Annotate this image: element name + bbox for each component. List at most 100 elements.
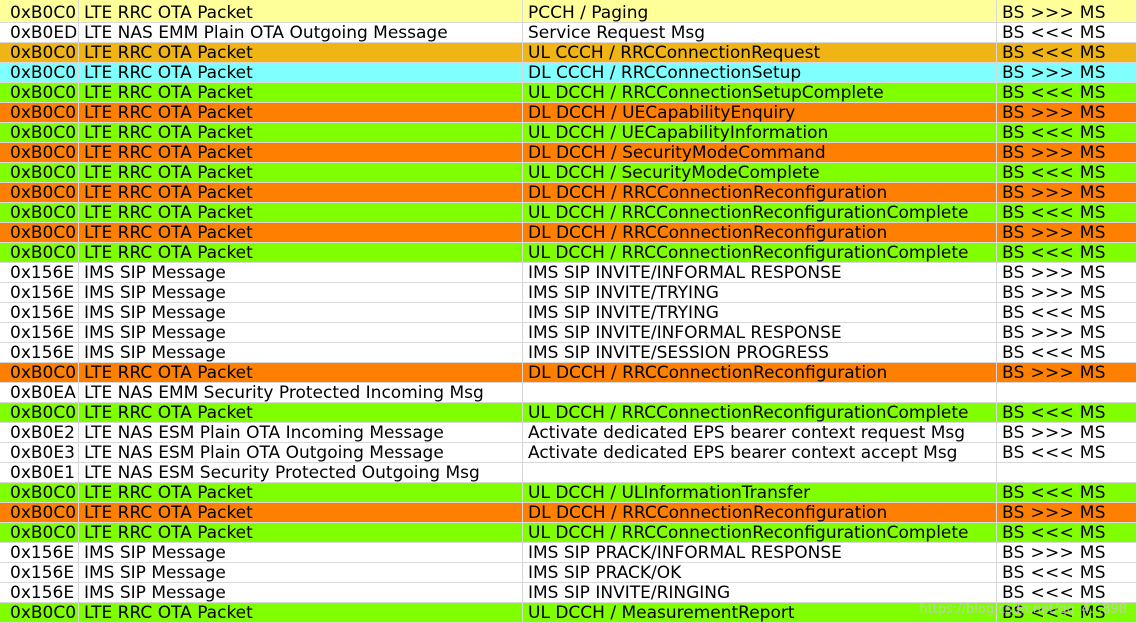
table-row[interactable]: 0xB0E1 LTE NAS ESM Security Protected Out… xyxy=(0,463,1137,483)
direction-cell: BS <<< MS xyxy=(997,83,1137,103)
log-name-cell: LTE NAS EMM Security Protected Incoming … xyxy=(79,383,523,403)
log-name-cell: LTE NAS ESM Plain OTA Outgoing Message xyxy=(79,443,523,463)
table-row[interactable]: 0x156E IMS SIP Message IMS SIP INVITE/RING… xyxy=(0,583,1137,603)
log-name-cell: LTE RRC OTA Packet xyxy=(79,163,523,183)
table-row[interactable]: 0xB0C0 LTE RRC OTA Packet UL DCCH / ULInfo… xyxy=(0,483,1137,503)
direction-cell: BS >>> MS xyxy=(997,503,1137,523)
message-cell: DL CCCH / RRCConnectionSetup xyxy=(523,63,997,83)
message-cell: Activate dedicated EPS bearer context re… xyxy=(523,423,997,443)
message-cell: UL DCCH / RRCConnectionReconfigurationCo… xyxy=(523,403,997,423)
log-code-cell: 0x156E xyxy=(0,303,79,323)
message-cell: DL DCCH / RRCConnectionReconfiguration xyxy=(523,503,997,523)
direction-cell xyxy=(997,383,1137,403)
log-code-cell: 0xB0C0 xyxy=(0,483,79,503)
message-cell: UL DCCH / RRCConnectionReconfigurationCo… xyxy=(523,203,997,223)
direction-cell: BS <<< MS xyxy=(997,243,1137,263)
message-cell: DL DCCH / UECapabilityEnquiry xyxy=(523,103,997,123)
table-row[interactable]: 0xB0C0 LTE RRC OTA Packet PCCH / Paging BS … xyxy=(0,0,1137,23)
table-row[interactable]: 0xB0C0 LTE RRC OTA Packet DL DCCH / Securi… xyxy=(0,143,1137,163)
log-name-cell: IMS SIP Message xyxy=(79,343,523,363)
table-row[interactable]: 0xB0ED LTE NAS EMM Plain OTA Outgoing Mes… xyxy=(0,23,1137,43)
table-row[interactable]: 0xB0C0 LTE RRC OTA Packet UL DCCH / RRCCon… xyxy=(0,83,1137,103)
message-cell: UL DCCH / UECapabilityInformation xyxy=(523,123,997,143)
table-row[interactable]: 0xB0C0 LTE RRC OTA Packet UL DCCH / RRCCon… xyxy=(0,523,1137,543)
log-code-cell: 0x156E xyxy=(0,343,79,363)
log-name-cell: LTE RRC OTA Packet xyxy=(79,363,523,383)
direction-cell: BS >>> MS xyxy=(997,183,1137,203)
table-row[interactable]: 0xB0E2 LTE NAS ESM Plain OTA Incoming Mes… xyxy=(0,423,1137,443)
table-row[interactable]: 0xB0C0 LTE RRC OTA Packet DL DCCH / RRCCon… xyxy=(0,183,1137,203)
log-code-cell: 0xB0C0 xyxy=(0,103,79,123)
table-row[interactable]: 0xB0C0 LTE RRC OTA Packet DL DCCH / UECapa… xyxy=(0,103,1137,123)
log-name-cell: LTE RRC OTA Packet xyxy=(79,143,523,163)
log-name-cell: LTE RRC OTA Packet xyxy=(79,603,523,623)
log-name-cell: IMS SIP Message xyxy=(79,563,523,583)
message-cell: UL DCCH / MeasurementReport xyxy=(523,603,997,623)
log-name-cell: LTE NAS EMM Plain OTA Outgoing Message xyxy=(79,23,523,43)
message-cell: IMS SIP PRACK/OK xyxy=(523,563,997,583)
table-row[interactable]: 0xB0C0 LTE RRC OTA Packet DL DCCH / RRCCon… xyxy=(0,503,1137,523)
log-name-cell: LTE RRC OTA Packet xyxy=(79,243,523,263)
log-code-cell: 0x156E xyxy=(0,323,79,343)
log-name-cell: LTE RRC OTA Packet xyxy=(79,103,523,123)
table-row[interactable]: 0x156E IMS SIP Message IMS SIP INVITE/TRYI… xyxy=(0,303,1137,323)
message-cell: IMS SIP INVITE/SESSION PROGRESS xyxy=(523,343,997,363)
message-cell: UL DCCH / SecurityModeComplete xyxy=(523,163,997,183)
table-row[interactable]: 0xB0C0 LTE RRC OTA Packet UL DCCH / RRCCon… xyxy=(0,403,1137,423)
log-code-cell: 0xB0C0 xyxy=(0,183,79,203)
message-cell: Service Request Msg xyxy=(523,23,997,43)
table-row[interactable]: 0x156E IMS SIP Message IMS SIP INVITE/TRYI… xyxy=(0,283,1137,303)
log-code-cell: 0xB0E1 xyxy=(0,463,79,483)
message-cell: DL DCCH / SecurityModeCommand xyxy=(523,143,997,163)
message-cell: IMS SIP INVITE/INFORMAL RESPONSE xyxy=(523,323,997,343)
direction-cell: BS <<< MS xyxy=(997,23,1137,43)
table-row[interactable]: 0x156E IMS SIP Message IMS SIP PRACK/INFOR… xyxy=(0,543,1137,563)
log-code-cell: 0xB0E2 xyxy=(0,423,79,443)
log-code-cell: 0xB0C0 xyxy=(0,163,79,183)
log-name-cell: LTE RRC OTA Packet xyxy=(79,83,523,103)
log-name-cell: LTE NAS ESM Security Protected Outgoing … xyxy=(79,463,523,483)
log-name-cell: LTE RRC OTA Packet xyxy=(79,223,523,243)
direction-cell: BS >>> MS xyxy=(997,143,1137,163)
direction-cell: BS >>> MS xyxy=(997,363,1137,383)
message-cell: UL DCCH / RRCConnectionReconfigurationCo… xyxy=(523,243,997,263)
message-log-table: 0xB0C0 LTE RRC OTA Packet PCCH / Paging BS … xyxy=(0,0,1137,623)
table-row[interactable]: 0x156E IMS SIP Message IMS SIP INVITE/INFO… xyxy=(0,323,1137,343)
table-row[interactable]: 0xB0E3 LTE NAS ESM Plain OTA Outgoing Mes… xyxy=(0,443,1137,463)
log-code-cell: 0x156E xyxy=(0,263,79,283)
log-name-cell: LTE RRC OTA Packet xyxy=(79,203,523,223)
log-name-cell: IMS SIP Message xyxy=(79,263,523,283)
table-row[interactable]: 0xB0C0 LTE RRC OTA Packet DL CCCH / RRCCon… xyxy=(0,63,1137,83)
table-row[interactable]: 0xB0C0 LTE RRC OTA Packet UL CCCH / RRCCon… xyxy=(0,43,1137,63)
table-row[interactable]: 0x156E IMS SIP Message IMS SIP PRACK/OK BS … xyxy=(0,563,1137,583)
log-name-cell: LTE RRC OTA Packet xyxy=(79,403,523,423)
log-name-cell: LTE RRC OTA Packet xyxy=(79,503,523,523)
message-cell xyxy=(523,383,997,403)
table-row[interactable]: 0xB0C0 LTE RRC OTA Packet UL DCCH / UECapa… xyxy=(0,123,1137,143)
message-cell: IMS SIP PRACK/INFORMAL RESPONSE xyxy=(523,543,997,563)
table-row[interactable]: 0xB0C0 LTE RRC OTA Packet UL DCCH / RRCCon… xyxy=(0,203,1137,223)
table-row[interactable]: 0xB0C0 LTE RRC OTA Packet UL DCCH / Securi… xyxy=(0,163,1137,183)
message-cell xyxy=(523,463,997,483)
table-row[interactable]: 0x156E IMS SIP Message IMS SIP INVITE/INFO… xyxy=(0,263,1137,283)
log-code-cell: 0xB0C0 xyxy=(0,403,79,423)
table-row[interactable]: 0xB0C0 LTE RRC OTA Packet DL DCCH / RRCCon… xyxy=(0,223,1137,243)
table-row[interactable]: 0xB0C0 LTE RRC OTA Packet DL DCCH / RRCCon… xyxy=(0,363,1137,383)
log-code-cell: 0xB0C0 xyxy=(0,83,79,103)
log-name-cell: LTE RRC OTA Packet xyxy=(79,183,523,203)
log-code-cell: 0xB0C0 xyxy=(0,43,79,63)
table-row[interactable]: 0xB0C0 LTE RRC OTA Packet UL DCCH / RRCCon… xyxy=(0,243,1137,263)
log-name-cell: LTE RRC OTA Packet xyxy=(79,483,523,503)
table-row[interactable]: 0xB0C0 LTE RRC OTA Packet UL DCCH / Measur… xyxy=(0,603,1137,623)
table-row[interactable]: 0x156E IMS SIP Message IMS SIP INVITE/SESS… xyxy=(0,343,1137,363)
direction-cell: BS <<< MS xyxy=(997,483,1137,503)
direction-cell: BS >>> MS xyxy=(997,63,1137,83)
table-row[interactable]: 0xB0EA LTE NAS EMM Security Protected Inc… xyxy=(0,383,1137,403)
direction-cell: BS <<< MS xyxy=(997,583,1137,603)
log-code-cell: 0x156E xyxy=(0,563,79,583)
message-cell: PCCH / Paging xyxy=(523,0,997,23)
message-cell: IMS SIP INVITE/INFORMAL RESPONSE xyxy=(523,263,997,283)
direction-cell: BS <<< MS xyxy=(997,343,1137,363)
direction-cell: BS <<< MS xyxy=(997,123,1137,143)
log-code-cell: 0xB0E3 xyxy=(0,443,79,463)
